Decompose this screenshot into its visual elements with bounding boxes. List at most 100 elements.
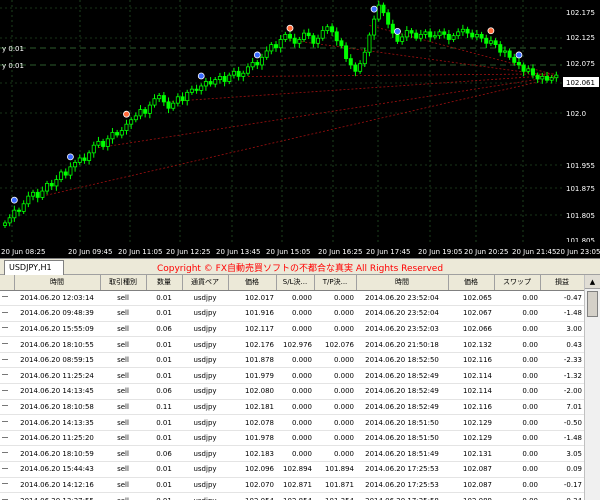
- candle-body: [138, 109, 143, 117]
- candle-body: [124, 123, 129, 131]
- table-cell: 102.114: [448, 383, 494, 400]
- table-cell: 0.00: [494, 290, 540, 307]
- candle-body: [35, 191, 40, 198]
- row-deal-icon: [0, 321, 14, 338]
- candle-body: [339, 40, 344, 47]
- table-cell: 0.00: [494, 336, 540, 353]
- candle-body: [189, 88, 194, 93]
- table-cell: 101.354: [314, 492, 356, 500]
- candle-body: [87, 152, 92, 161]
- candle-body: [367, 34, 372, 53]
- current-price-label: 102.061: [566, 79, 595, 87]
- table-cell: 0.000: [314, 430, 356, 447]
- table-row[interactable]: 2014.06.20 14:13:35 sell 0.01 usdjpy 102.078…: [0, 414, 584, 431]
- table-cell: 0.00: [494, 445, 540, 463]
- table-row[interactable]: 2014.06.20 11:25:24 sell 0.01 usdjpy 101.979…: [0, 367, 584, 385]
- table-row[interactable]: 2014.06.20 18:10:58 sell 0.11 usdjpy 102.181…: [0, 399, 584, 416]
- table-cell: 2014.06.20 14:13:45: [14, 383, 100, 400]
- row-deal-icon: [0, 399, 14, 416]
- candle-body: [175, 96, 180, 104]
- table-cell: 102.087: [448, 461, 494, 478]
- table-row[interactable]: 2014.06.20 12:03:14 sell 0.01 usdjpy 102.017…: [0, 290, 584, 307]
- candle-body: [115, 132, 120, 136]
- table-cell: 0.06: [146, 321, 182, 338]
- trade-arrow-icon: [286, 24, 294, 32]
- table-row[interactable]: 2014.06.20 14:13:45 sell 0.06 usdjpy 102.080…: [0, 383, 584, 400]
- table-cell: 2014.06.20 17:25:58: [356, 492, 448, 500]
- table-row[interactable]: 2014.06.20 18:10:55 sell 0.01 usdjpy 102.176…: [0, 336, 584, 353]
- table-row[interactable]: 2014.06.20 08:59:15 sell 0.01 usdjpy 101.878…: [0, 352, 584, 369]
- table-cell: sell: [100, 477, 146, 494]
- candle-body: [147, 104, 152, 114]
- header-symbol[interactable]: 通貨ペア: [182, 275, 229, 291]
- header-volume[interactable]: 数量: [146, 275, 183, 291]
- table-cell: sell: [100, 430, 146, 447]
- header-close-time[interactable]: 時間: [356, 275, 449, 291]
- candle-body: [446, 33, 451, 40]
- table-cell: 2014.06.20 09:48:39: [14, 305, 100, 322]
- candle-body: [59, 171, 64, 180]
- trade-arrow-icon: [123, 110, 130, 118]
- header-trade-type[interactable]: 取引種別: [100, 275, 147, 291]
- candle-body: [428, 31, 433, 38]
- chart-canvas: 102.175102.125102.035102.075102.0101.955…: [0, 0, 600, 258]
- table-row[interactable]: 2014.06.20 14:12:16 sell 0.01 usdjpy 102.070…: [0, 477, 584, 494]
- candle-body: [320, 30, 325, 39]
- table-cell: 0.01: [146, 352, 182, 369]
- trade-arrow-icon: [487, 27, 495, 35]
- vertical-scrollbar[interactable]: ▲: [584, 275, 600, 500]
- time-tick-label: 20 Jun 20:25: [464, 248, 508, 256]
- table-cell: -0.17: [540, 477, 584, 494]
- table-cell: 102.096: [228, 461, 276, 478]
- candle-body: [493, 40, 498, 45]
- trade-history-table: 時間 取引種別 数量 通貨ペア 価格 S/L決... T/P決... 時間 価格…: [0, 275, 600, 500]
- header-open-price[interactable]: 価格: [228, 275, 277, 291]
- scrollbar-thumb[interactable]: [587, 291, 598, 317]
- header-take-profit[interactable]: T/P決...: [314, 275, 357, 291]
- trend-line: [42, 77, 557, 197]
- table-row[interactable]: 2014.06.20 11:25:20 sell 0.01 usdjpy 101.978…: [0, 430, 584, 447]
- table-cell: 0.00: [494, 399, 540, 416]
- header-stop-loss[interactable]: S/L決...: [276, 275, 315, 291]
- table-cell: 0.01: [146, 367, 182, 385]
- table-cell: 0.000: [314, 352, 356, 369]
- price-tick-label: 101.955: [566, 162, 595, 170]
- table-cell: -2.00: [540, 383, 584, 400]
- table-cell: 102.129: [448, 430, 494, 447]
- table-row[interactable]: 2014.06.20 09:48:39 sell 0.01 usdjpy 101.916…: [0, 305, 584, 322]
- candle-body: [316, 37, 321, 44]
- candle-body: [26, 195, 31, 205]
- time-tick-label: 20 Jun 19:05: [418, 248, 462, 256]
- candle-body: [227, 74, 232, 82]
- tab-usdjpy-h1[interactable]: USDJPY,H1: [4, 260, 64, 275]
- header-open-time[interactable]: 時間: [14, 275, 101, 291]
- table-cell: 2014.06.20 17:25:53: [356, 477, 448, 494]
- table-row[interactable]: 2014.06.20 15:55:09 sell 0.06 usdjpy 102.117…: [0, 321, 584, 338]
- price-chart[interactable]: 102.175102.125102.035102.075102.0101.955…: [0, 0, 600, 258]
- table-cell: usdjpy: [182, 477, 228, 494]
- table-cell: usdjpy: [182, 336, 228, 353]
- table-cell: 3.05: [540, 445, 584, 463]
- candle-body: [17, 209, 22, 212]
- table-row[interactable]: 2014.06.20 18:10:59 sell 0.06 usdjpy 102.183…: [0, 445, 584, 463]
- table-cell: 0.000: [314, 367, 356, 385]
- header-swap[interactable]: スワップ: [494, 275, 541, 291]
- time-tick-label: 20 Jun 09:45: [68, 248, 112, 256]
- candle-body: [73, 161, 78, 168]
- candle-body: [372, 18, 377, 36]
- trade-arrow-icon: [67, 153, 74, 161]
- header-profit[interactable]: 損益: [540, 275, 585, 291]
- table-cell: -0.47: [540, 290, 584, 307]
- table-row[interactable]: 2014.06.20 15:44:43 sell 0.01 usdjpy 102.096…: [0, 461, 584, 478]
- candle-body: [334, 31, 339, 42]
- row-deal-icon: [0, 492, 14, 500]
- table-row[interactable]: 2014.06.20 13:27:55sell0.01usdjpy102.054…: [0, 492, 584, 500]
- scroll-up-arrow-icon[interactable]: ▲: [585, 275, 600, 289]
- candle-body: [199, 85, 204, 91]
- table-cell: -0.34: [540, 492, 584, 500]
- table-cell: 2014.06.20 18:10:55: [14, 336, 100, 353]
- header-close-price[interactable]: 価格: [448, 275, 495, 291]
- trade-arrow-icon: [197, 72, 205, 80]
- row-deal-icon: [0, 430, 14, 447]
- candle-body: [63, 171, 68, 176]
